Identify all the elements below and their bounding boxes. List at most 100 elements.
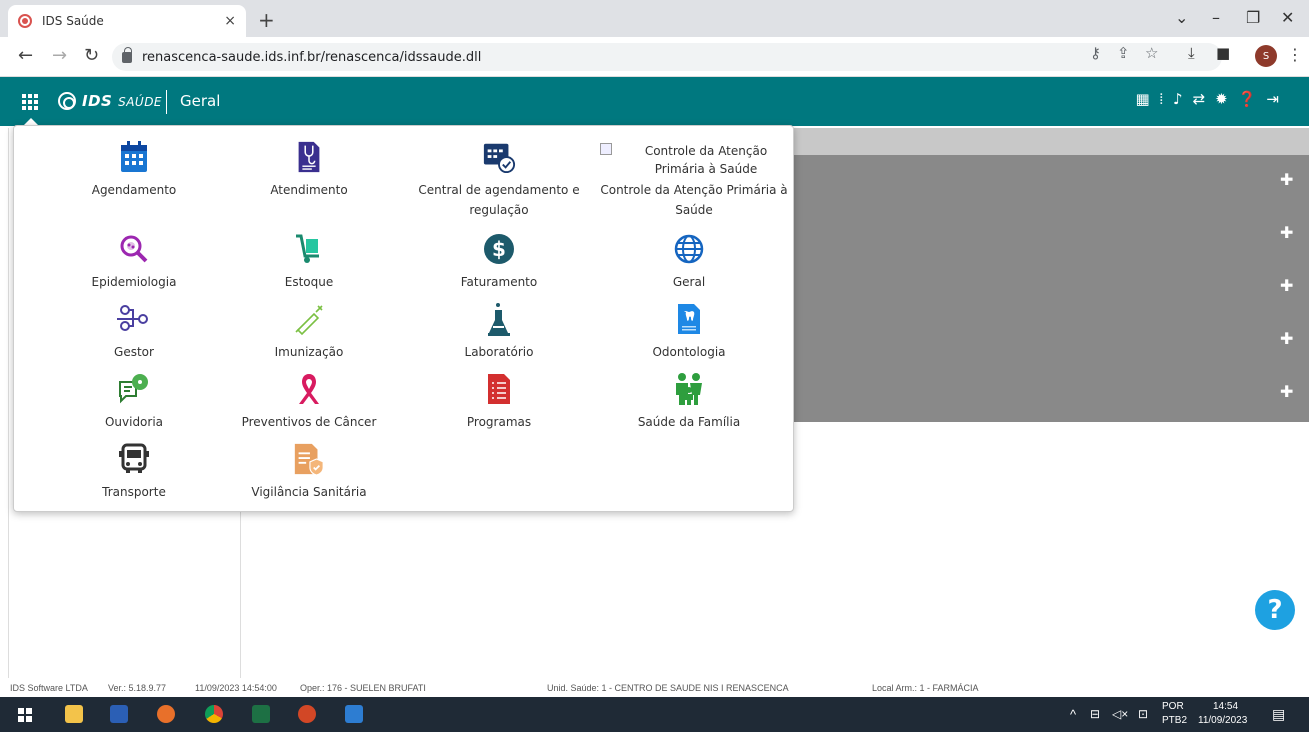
calendar-icon[interactable]: ▦	[1135, 90, 1149, 108]
menu-item-controle-atencao[interactable]: Controle da Atenção Primária à Saúde Con…	[594, 140, 794, 220]
window-close-icon[interactable]: ✕	[1281, 8, 1294, 27]
dollar-icon: $	[484, 234, 514, 264]
network-icon[interactable]: ⊟	[1090, 707, 1100, 721]
notification-icon[interactable]: ▤	[1272, 706, 1285, 723]
back-icon[interactable]: ←	[18, 45, 33, 66]
flow-icon	[117, 305, 148, 331]
reload-icon[interactable]: ↻	[84, 45, 99, 66]
menu-item-agendamento[interactable]: Agendamento	[39, 140, 229, 200]
file-explorer-icon[interactable]	[65, 705, 83, 723]
swap-icon[interactable]: ⇄	[1193, 90, 1206, 108]
bookmark-star-icon[interactable]: ☆	[1145, 44, 1158, 62]
menu-item-faturamento[interactable]: $ Faturamento	[404, 232, 594, 292]
expand-plus-icon[interactable]: ✚	[1280, 170, 1293, 189]
browser-tab[interactable]: IDS Saúde ×	[8, 5, 246, 37]
expand-plus-icon[interactable]: ✚	[1280, 329, 1293, 348]
flask-icon	[488, 303, 510, 336]
menu-item-laboratorio[interactable]: Laboratório	[404, 302, 594, 362]
forward-icon[interactable]: →	[52, 45, 67, 66]
bus-icon	[119, 443, 149, 473]
volume-icon[interactable]: ◁×	[1112, 707, 1128, 721]
chat-bubbles-icon	[119, 374, 148, 404]
key-icon[interactable]: ⚷	[1090, 44, 1101, 62]
menu-item-estoque[interactable]: Estoque	[214, 232, 404, 292]
sidepanel-icon[interactable]: ■	[1216, 44, 1230, 62]
header-toolbar: ▦ ⦙ ♪ ⇄ ✹ ❓ ⇥	[1135, 90, 1279, 108]
syringe-icon	[295, 305, 323, 336]
url-input[interactable]: renascenca-saude.ids.inf.br/renascenca/i…	[112, 43, 1222, 71]
download-icon[interactable]: ⤓	[1188, 44, 1195, 62]
menu-item-label: Vigilância Sanitária	[251, 485, 367, 499]
menu-item-label: Epidemiologia	[91, 275, 177, 289]
minimize-icon[interactable]: –	[1212, 8, 1220, 27]
menu-item-preventivos-cancer[interactable]: Preventivos de Câncer	[214, 372, 404, 432]
expand-plus-icon[interactable]: ✚	[1280, 276, 1293, 295]
tab-title: IDS Saúde	[42, 14, 104, 28]
shield-file-icon	[294, 443, 324, 476]
share-icon[interactable]: ⇪	[1117, 44, 1130, 62]
url-text: renascenca-saude.ids.inf.br/renascenca/i…	[142, 49, 482, 65]
keyboard-icon[interactable]: ⊡	[1138, 707, 1148, 721]
menu-item-transporte[interactable]: Transporte	[39, 442, 229, 502]
chart-icon[interactable]: ⦙	[1160, 90, 1163, 108]
logo-sub: SAÚDE	[118, 95, 163, 109]
menu-item-programas[interactable]: Programas	[404, 372, 594, 432]
input-layout[interactable]: PTB2	[1162, 715, 1187, 726]
menu-item-central-agendamento[interactable]: Central de agendamento e regulação	[404, 140, 594, 220]
lock-icon	[122, 46, 132, 63]
app-logo: IDS SAÚDE	[82, 92, 162, 110]
header-divider	[166, 90, 167, 114]
windows-start-icon[interactable]	[18, 708, 32, 722]
hand-truck-icon	[296, 234, 319, 263]
menu-item-vigilancia-sanitaria[interactable]: Vigilância Sanitária	[214, 442, 404, 502]
help-circle-icon[interactable]: ❓	[1238, 90, 1257, 108]
new-tab-icon[interactable]: +	[258, 8, 275, 32]
gear-icon[interactable]: ✹	[1215, 90, 1228, 108]
clock-date[interactable]: 11/09/2023	[1198, 715, 1247, 726]
menu-item-label: Transporte	[102, 485, 166, 499]
address-bar: ← → ↻ renascenca-saude.ids.inf.br/renasc…	[0, 37, 1309, 77]
expand-plus-icon[interactable]: ✚	[1280, 382, 1293, 401]
profile-avatar[interactable]: S	[1255, 45, 1277, 67]
powerpoint-icon[interactable]	[298, 705, 316, 723]
browser-menu-icon[interactable]: ⋮	[1287, 45, 1303, 64]
broken-image-icon	[600, 143, 612, 155]
expand-plus-icon[interactable]: ✚	[1280, 223, 1293, 242]
menu-item-ouvidoria[interactable]: Ouvidoria	[39, 372, 229, 432]
restore-icon[interactable]: ❐	[1246, 8, 1260, 27]
tab-search-icon[interactable]: ⌄	[1175, 8, 1188, 27]
word-icon[interactable]	[110, 705, 128, 723]
status-version: Ver.: 5.18.9.77	[108, 683, 167, 693]
menu-item-imunizacao[interactable]: Imunização	[214, 302, 404, 362]
help-button[interactable]: ?	[1255, 590, 1295, 630]
app-icon[interactable]	[345, 705, 363, 723]
menu-item-label: Imunização	[274, 345, 344, 359]
menu-item-label: Preventivos de Câncer	[241, 415, 377, 429]
excel-icon[interactable]	[252, 705, 270, 723]
menu-item-label: Faturamento	[460, 275, 538, 289]
menu-item-atendimento[interactable]: Atendimento	[214, 140, 404, 200]
menu-item-epidemiologia[interactable]: Epidemiologia	[39, 232, 229, 292]
menu-item-geral[interactable]: Geral	[594, 232, 784, 292]
tray-chevron-icon[interactable]: ^	[1070, 707, 1076, 722]
menu-item-label: Ouvidoria	[104, 415, 164, 429]
chrome-icon[interactable]	[205, 705, 223, 723]
firefox-icon[interactable]	[157, 705, 175, 723]
ribbon-icon	[299, 374, 319, 404]
bell-icon[interactable]: ♪	[1173, 90, 1183, 108]
status-operator: Oper.: 176 - SUELEN BRUFATI	[300, 683, 426, 693]
input-lang[interactable]: POR	[1162, 701, 1184, 712]
menu-item-saude-familia[interactable]: Saúde da Família	[594, 372, 784, 432]
medical-file-icon	[298, 141, 320, 173]
clock-time[interactable]: 14:54	[1213, 701, 1238, 712]
magnifier-virus-icon	[120, 235, 148, 263]
calendar-icon	[121, 141, 147, 172]
logout-icon[interactable]: ⇥	[1266, 90, 1279, 108]
app-grid-icon[interactable]	[22, 94, 38, 110]
status-bar: IDS Software LTDA Ver.: 5.18.9.77 11/09/…	[0, 680, 1309, 696]
menu-item-odontologia[interactable]: Odontologia	[594, 302, 784, 362]
ids-favicon-icon	[18, 14, 32, 28]
checklist-file-icon	[488, 374, 510, 404]
menu-item-gestor[interactable]: Gestor	[39, 302, 229, 362]
tab-close-icon[interactable]: ×	[224, 13, 236, 29]
